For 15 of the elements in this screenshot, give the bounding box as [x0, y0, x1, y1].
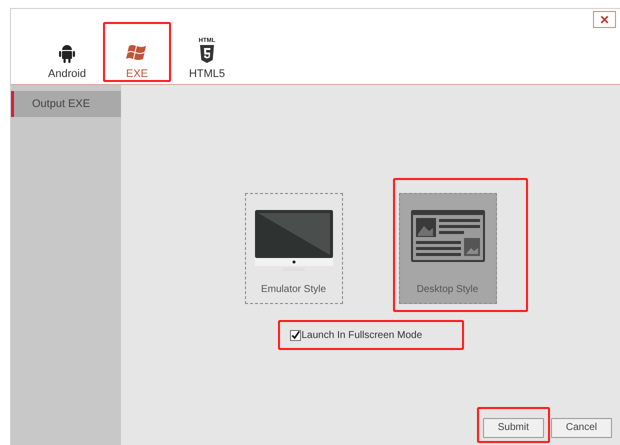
- style-option-card[interactable]: Desktop Style: [398, 193, 496, 304]
- monitor-icon: [254, 210, 332, 272]
- style-option-card[interactable]: Emulator Style: [244, 193, 342, 304]
- platform-tab[interactable]: Android: [35, 30, 99, 82]
- close-button[interactable]: ✕: [593, 11, 616, 28]
- dialog-button[interactable]: Submit: [482, 418, 544, 438]
- platform-tab[interactable]: EXE: [105, 30, 169, 82]
- sidebar-item[interactable]: Output EXE: [11, 91, 121, 117]
- dialog-button[interactable]: Cancel: [550, 418, 612, 438]
- android-icon: [59, 42, 75, 62]
- page-layout-icon: [410, 210, 484, 262]
- html5-shield-icon: [200, 44, 214, 62]
- windows-icon: [126, 42, 148, 62]
- checkbox[interactable]: [290, 330, 300, 340]
- checkbox-label: Launch In Fullscreen Mode: [302, 328, 422, 342]
